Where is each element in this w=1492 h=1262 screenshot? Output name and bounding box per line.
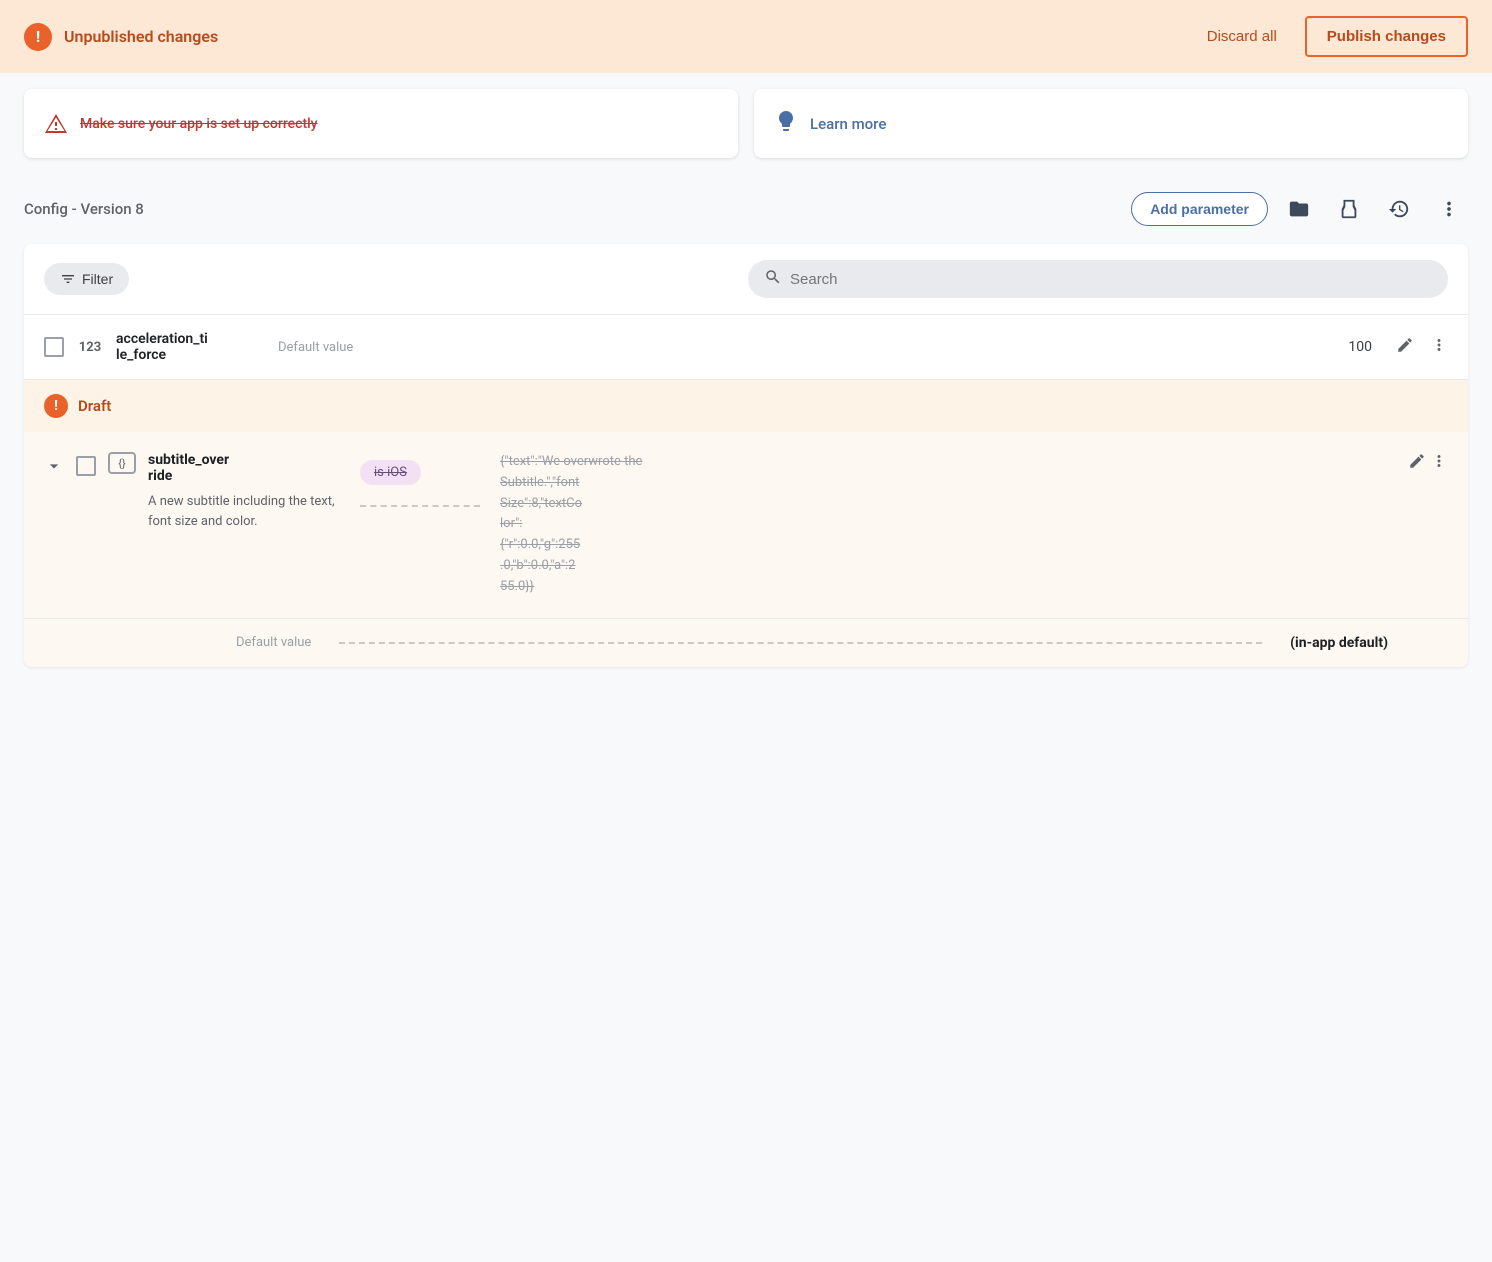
draft-param-desc: A new subtitle including the text, font … [148,492,348,531]
warning-icon: ! [24,23,52,51]
draft-warning-icon: ! [44,394,68,418]
row-checkbox[interactable] [44,337,64,357]
learn-more-card: Learn more [754,89,1468,158]
edit-icon[interactable] [1396,336,1414,358]
chevron-down-icon[interactable] [44,456,64,481]
draft-param-name: subtitle_override [148,452,348,484]
draft-edit-icon[interactable] [1408,452,1426,474]
discard-all-button[interactable]: Discard all [1207,28,1277,45]
param-default-label: Default value [278,340,378,355]
table-row: 123 acceleration_tile_force Default valu… [24,315,1468,380]
draft-more-icon[interactable] [1430,452,1448,475]
lightbulb-icon [774,109,798,138]
condition-pill[interactable]: is iOS [360,460,421,485]
default-value-row: Default value (in-app default) [24,619,1468,667]
folder-icon[interactable] [1280,190,1318,228]
filter-button[interactable]: Filter [44,263,129,295]
cards-row: Make sure your app is set up correctly L… [0,73,1492,174]
add-parameter-button[interactable]: Add parameter [1131,192,1268,226]
main-content: Filter 123 acceleration_tile_force Defau… [24,244,1468,667]
setup-card: Make sure your app is set up correctly [24,89,738,158]
card-warning-icon [44,112,68,136]
unpublished-banner: ! Unpublished changes Discard all Publis… [0,0,1492,73]
search-icon [764,268,782,290]
more-vert-icon[interactable] [1430,190,1468,228]
number-type-icon: 123 [76,340,104,355]
search-input[interactable] [790,271,1432,288]
param-value: 100 [1312,339,1372,355]
filter-label: Filter [82,271,113,287]
draft-name-block: subtitle_override A new subtitle includi… [148,452,348,531]
filter-search-bar: Filter [24,244,1468,315]
more-icon[interactable] [1430,336,1448,359]
setup-warning-text: Make sure your app is set up correctly [80,116,318,132]
draft-banner: ! Draft [24,380,1468,432]
search-box [748,260,1448,298]
json-type-icon: {} [108,452,136,474]
in-app-default-value: (in-app default) [1290,635,1388,651]
param-name: acceleration_tile_force [116,331,266,363]
draft-label: Draft [78,397,111,415]
strikethrough-value: {"text":"We overwrote the Subtitle.","fo… [500,452,700,598]
filter-icon [60,271,76,287]
config-version: Config - Version 8 [24,200,1119,218]
banner-title: Unpublished changes [64,27,1195,46]
draft-checkbox[interactable] [76,456,96,476]
default-value-label: Default value [236,635,311,650]
draft-parameter-row: {} subtitle_override A new subtitle incl… [24,432,1468,619]
flask-icon[interactable] [1330,190,1368,228]
config-header: Config - Version 8 Add parameter [0,174,1492,244]
publish-changes-button[interactable]: Publish changes [1305,16,1468,57]
history-icon[interactable] [1380,190,1418,228]
learn-more-text[interactable]: Learn more [810,115,886,133]
